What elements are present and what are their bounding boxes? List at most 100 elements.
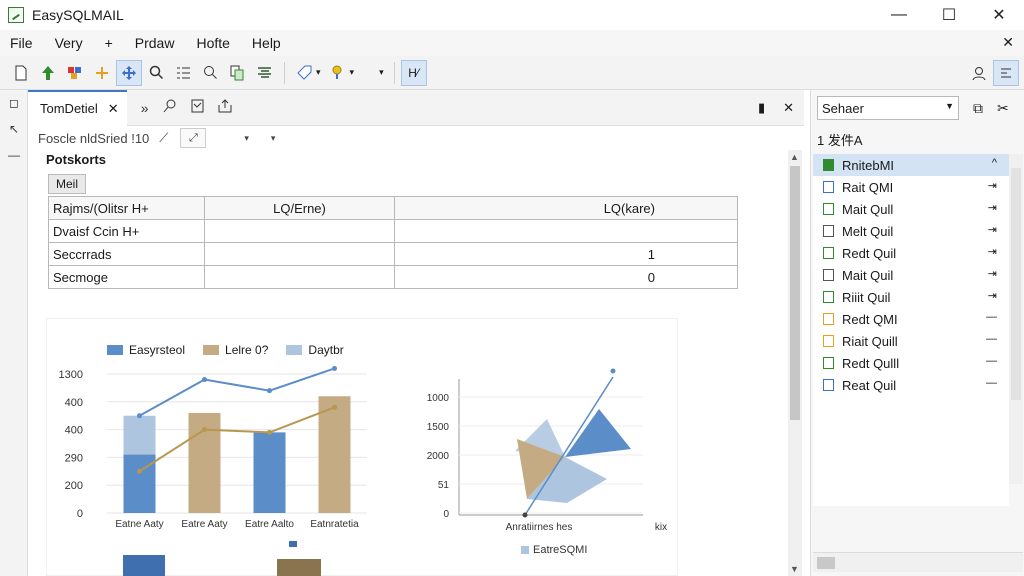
zoom-icon[interactable] xyxy=(197,60,223,86)
add-icon[interactable] xyxy=(89,60,115,86)
page-icon[interactable] xyxy=(191,99,204,116)
collapse-icon[interactable]: — xyxy=(0,142,28,168)
double-chevron-icon[interactable]: » xyxy=(141,100,149,116)
tab-close-icon[interactable]: ✕ xyxy=(108,101,119,117)
pointer-icon[interactable]: ↖ xyxy=(0,116,28,142)
menu-help[interactable]: Help xyxy=(242,35,293,51)
sidebar-item-action-icon[interactable]: ⇥ xyxy=(988,267,997,280)
scroll-up-icon[interactable]: ▲ xyxy=(790,152,799,162)
table-cell[interactable] xyxy=(204,219,395,243)
table-cell[interactable]: Dvaisf Ccin H+ xyxy=(48,219,205,243)
sidebar-search-select[interactable]: Sehaer ▼ xyxy=(817,96,959,120)
breadcrumb-dropdown-icon-2[interactable]: ▾ xyxy=(271,133,276,144)
signal-icon[interactable]: ▮ xyxy=(758,100,765,116)
sidebar-item[interactable]: Reat Quil — xyxy=(813,374,1009,396)
new-window-icon[interactable]: ⧉ xyxy=(973,100,983,117)
sidebar-item-action-icon[interactable]: ⇥ xyxy=(988,245,997,258)
bar xyxy=(289,541,297,547)
sidebar-hscrollbar[interactable] xyxy=(813,552,1023,572)
menu-very[interactable]: Very xyxy=(45,35,95,51)
tag-dropdown-icon[interactable]: ▾ xyxy=(316,67,321,78)
table-cell[interactable]: LQ(kare) xyxy=(394,196,738,220)
blank-slot-icon xyxy=(358,60,380,86)
table-cell[interactable] xyxy=(204,265,395,289)
table-cell[interactable]: 0 xyxy=(394,265,738,289)
move-icon[interactable] xyxy=(116,59,142,86)
sidebar-item-action-icon[interactable]: ⇥ xyxy=(988,201,997,214)
sidebar-scrollbar[interactable] xyxy=(1009,154,1023,484)
maximize-button[interactable]: ☐ xyxy=(924,0,974,30)
list-icon[interactable] xyxy=(170,60,196,86)
close-button[interactable]: ✕ xyxy=(974,0,1024,30)
sidebar-item[interactable]: RnitebMI ^ xyxy=(813,154,1009,176)
close-document-icon[interactable]: ✕ xyxy=(1002,34,1014,51)
sidebar-item[interactable]: Rait QMI ⇥ xyxy=(813,176,1009,198)
sidebar-item[interactable]: Mait Quil ⇥ xyxy=(813,264,1009,286)
sidebar-item-label: Melt Quil xyxy=(842,223,894,239)
line-point xyxy=(267,388,272,394)
search-icon[interactable] xyxy=(143,60,169,86)
sidebar-item-action-icon[interactable]: ⇥ xyxy=(988,289,997,302)
table-row: Seccrrads 1 xyxy=(48,242,738,266)
pin-dropdown-icon[interactable]: ▾ xyxy=(350,67,355,78)
export-icon[interactable] xyxy=(218,99,232,116)
table-cell[interactable]: LQ/Erne) xyxy=(204,196,395,220)
scrollbar-thumb[interactable] xyxy=(790,166,800,420)
sidebar-item[interactable]: Redt QMI — xyxy=(813,308,1009,330)
tab-tomdetiel[interactable]: TomDetiel ✕ xyxy=(28,89,127,126)
sidebar-item[interactable]: Riait Quill — xyxy=(813,330,1009,352)
menu-plus[interactable]: + xyxy=(95,35,125,51)
blocks-icon[interactable] xyxy=(62,60,88,86)
sidebar-item-action-icon[interactable]: — xyxy=(986,333,997,345)
layout-icon[interactable] xyxy=(993,60,1019,86)
sidebar-item[interactable]: Riiit Quil ⇥ xyxy=(813,286,1009,308)
sidebar-item-action-icon[interactable]: ⇥ xyxy=(988,223,997,236)
sidebar-item-action-icon[interactable]: — xyxy=(986,311,997,323)
sidebar-item-action-icon[interactable]: — xyxy=(986,355,997,367)
table-cell[interactable]: Secmoge xyxy=(48,265,205,289)
user-icon[interactable] xyxy=(966,60,992,86)
pencil-icon[interactable]: ⟋ xyxy=(159,130,168,146)
menu-prdaw[interactable]: Prdaw xyxy=(125,35,187,51)
sidebar-item[interactable]: Mait Qull ⇥ xyxy=(813,198,1009,220)
link-icon[interactable] xyxy=(163,99,177,116)
scrollbar-thumb[interactable] xyxy=(817,557,835,569)
mail-tab[interactable]: Meil xyxy=(48,174,86,194)
data-point xyxy=(522,512,528,518)
table-cell[interactable]: Rajms/(Olitsr H+ xyxy=(48,196,205,220)
table-cell[interactable] xyxy=(204,242,395,266)
panel-icon[interactable]: ◻ xyxy=(0,90,28,116)
table-cell[interactable]: 1 xyxy=(394,242,738,266)
pane-close-icon[interactable]: ✕ xyxy=(783,100,794,116)
minimize-button[interactable]: — xyxy=(874,0,924,30)
sidebar-item-action-icon[interactable]: — xyxy=(986,377,997,389)
tag-icon[interactable] xyxy=(291,60,317,86)
more-dropdown-icon[interactable]: ▾ xyxy=(379,67,384,78)
sidebar-item-action-icon[interactable]: ⇥ xyxy=(988,179,997,192)
pin-icon[interactable] xyxy=(325,60,351,86)
copy-icon[interactable] xyxy=(224,60,250,86)
line-point xyxy=(332,365,337,371)
toolbar: ▾ ▾ ▾ H⁄ xyxy=(0,56,1024,90)
tools-icon[interactable]: ✂ xyxy=(997,100,1009,117)
heading-icon[interactable]: H⁄ xyxy=(400,59,427,86)
breadcrumb-dropdown-icon[interactable]: ▾ xyxy=(244,133,249,144)
sidebar-item[interactable]: Redt Quil ⇥ xyxy=(813,242,1009,264)
menu-file[interactable]: File xyxy=(0,35,45,51)
right-sidebar: Sehaer ▼ ⧉ ✂ 1 发件A RnitebMI ^ Rait QMI ⇥ Mai… xyxy=(810,90,1024,576)
sidebar-item[interactable]: Melt Quil ⇥ xyxy=(813,220,1009,242)
document-scrollbar[interactable]: ▲ ▼ xyxy=(788,150,802,576)
new-file-icon[interactable] xyxy=(8,60,34,86)
line-point xyxy=(137,468,142,474)
scrollbar-thumb[interactable] xyxy=(1011,168,1021,400)
sidebar-item[interactable]: Redt Qulll — xyxy=(813,352,1009,374)
table-cell[interactable]: Seccrrads xyxy=(48,242,205,266)
scroll-down-icon[interactable]: ▼ xyxy=(790,564,799,574)
align-icon[interactable] xyxy=(251,60,277,86)
menu-hofte[interactable]: Hofte xyxy=(186,35,241,51)
sidebar-item-action-icon[interactable]: ^ xyxy=(992,157,997,169)
chevron-down-icon[interactable]: ▼ xyxy=(945,101,954,111)
arrow-up-icon[interactable] xyxy=(35,60,61,86)
expand-icon[interactable]: ⤢ xyxy=(180,128,207,148)
table-cell[interactable] xyxy=(394,219,738,243)
